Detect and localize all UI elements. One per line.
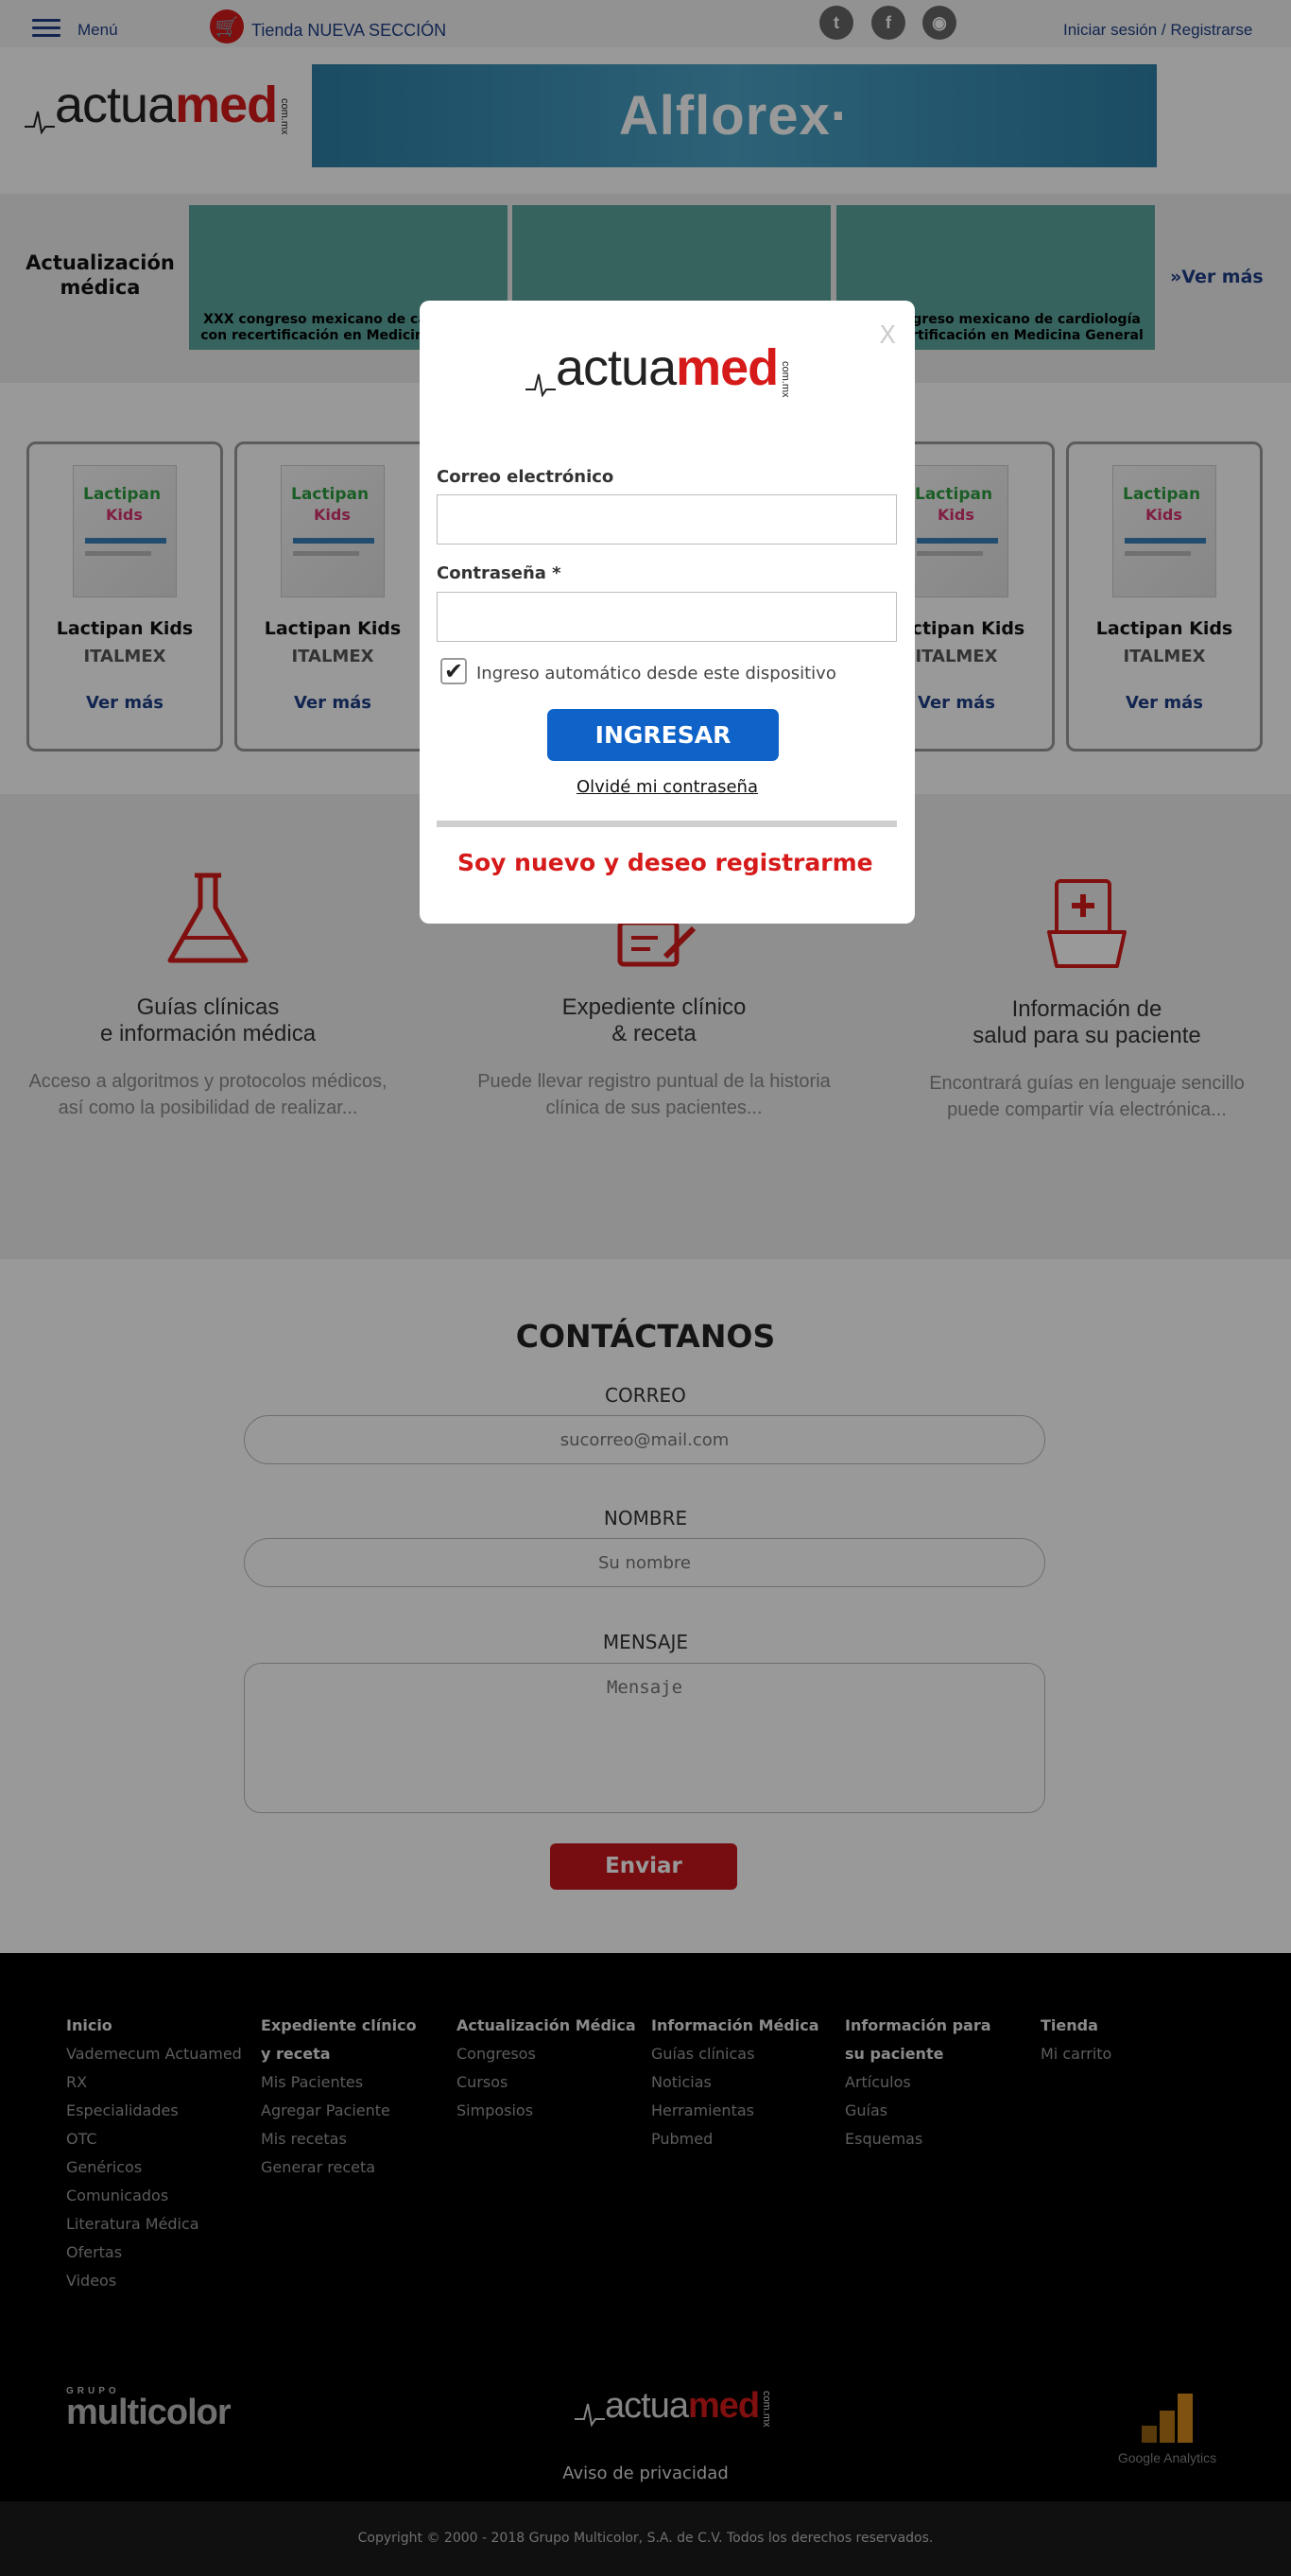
- ecg-line-icon: [525, 373, 556, 397]
- forgot-password-link[interactable]: Olvidé mi contraseña: [420, 777, 915, 797]
- remember-label[interactable]: Ingreso automático desde este dispositiv…: [476, 664, 836, 683]
- modal-actuamed-logo: actua med com.mx: [525, 338, 791, 397]
- modal-email-input[interactable]: [437, 494, 897, 545]
- close-icon[interactable]: X: [879, 321, 896, 350]
- register-link[interactable]: Soy nuevo y deseo registrarme: [457, 849, 873, 876]
- login-modal: X actua med com.mx Correo electrónico Cont…: [420, 301, 915, 924]
- modal-password-input[interactable]: [437, 592, 897, 642]
- modal-password-label: Contraseña *: [437, 563, 561, 583]
- remember-checkbox[interactable]: ✔: [440, 658, 467, 684]
- modal-email-label: Correo electrónico: [437, 467, 614, 487]
- modal-divider: [437, 821, 897, 827]
- login-submit-button[interactable]: INGRESAR: [547, 709, 779, 761]
